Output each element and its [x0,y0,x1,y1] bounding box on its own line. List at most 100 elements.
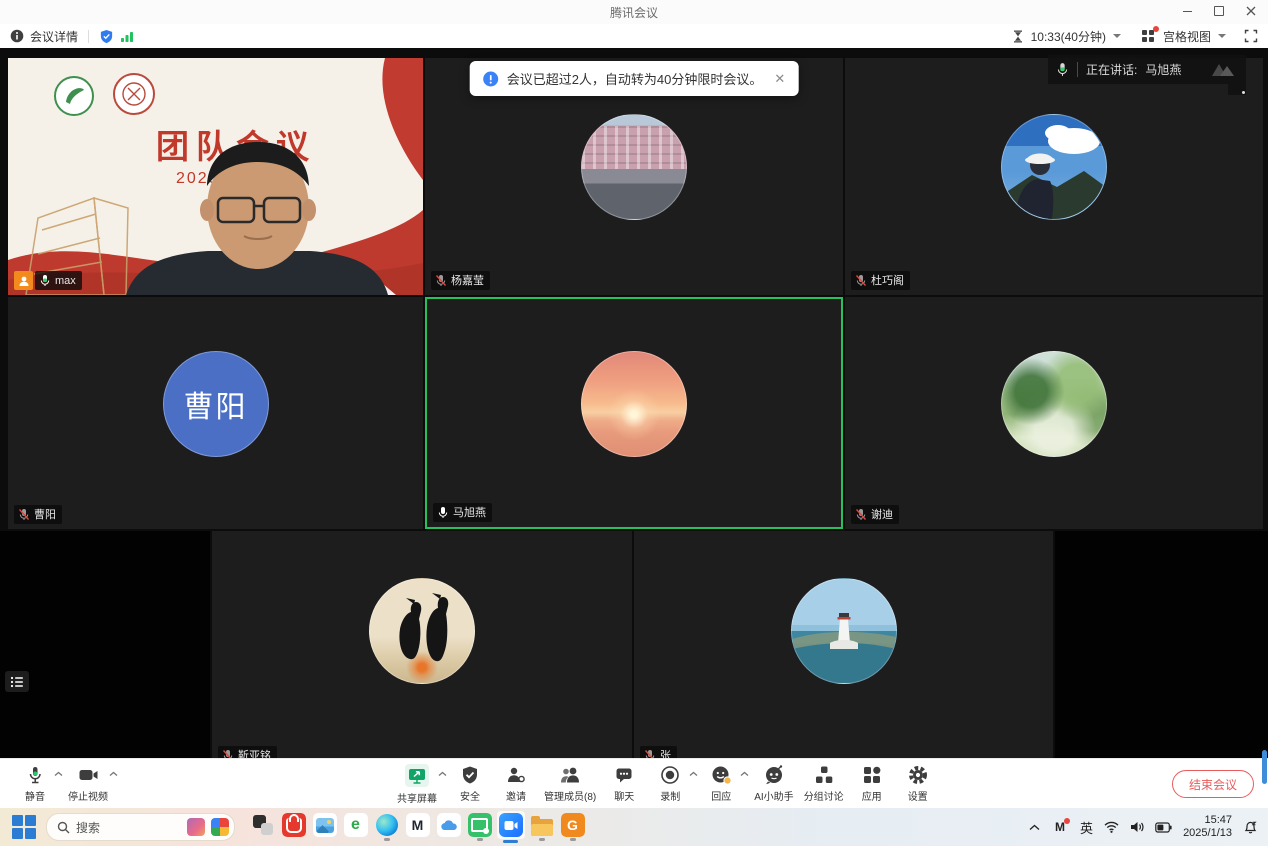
mic-active-icon [437,506,449,519]
participant-tile-xiedi[interactable]: 谢迪 [845,297,1263,529]
taskbar-app-photos[interactable] [309,813,340,841]
banner-close-button[interactable]: ✕ [774,71,785,87]
taskbar-app-cloud[interactable] [433,813,464,841]
photos-highlight-icon[interactable] [211,818,229,836]
participant-label: 靳亚铭 [218,746,277,758]
tray-m-badge[interactable]: M [1051,819,1069,835]
folder-icon [531,819,553,836]
notification-dot [1153,26,1159,32]
taskbar-app-appgallery[interactable] [278,813,309,841]
share-options-chevron[interactable] [438,771,447,777]
mic-muted-icon [222,749,234,758]
tray-expand-chevron[interactable] [1029,824,1040,831]
participant-tile-jinyaming[interactable]: 靳亚铭 [212,531,632,758]
invite-button[interactable]: 邀请 [498,764,534,803]
edge-icon [376,814,398,836]
gear-icon [908,765,928,785]
mic-muted-icon [855,274,867,287]
shared-video-frame: 团队会议 2025 [8,58,423,295]
record-options-chevron[interactable] [689,771,698,777]
taskbar-app-snip[interactable] [247,813,278,841]
stop-video-button[interactable]: 停止视频 [68,764,108,803]
taskbar-app-recorder[interactable] [464,813,495,841]
avatar [1001,351,1107,457]
view-dropdown-icon[interactable] [1218,34,1226,38]
notification-bell-icon[interactable] [1243,820,1258,834]
taskbar-app-browser-e[interactable]: e [340,813,371,841]
ai-assistant-button[interactable]: AI小助手 [754,764,793,803]
grid-view-icon[interactable] [1141,29,1156,43]
member-list-toggle[interactable] [5,671,29,692]
shield-check-icon [460,765,480,785]
chat-bubble-icon [614,765,634,785]
meeting-details-link[interactable]: 会议详情 [30,28,78,45]
record-button[interactable]: 录制 [652,764,688,803]
security-button[interactable]: 安全 [452,764,488,803]
network-signal-icon[interactable] [120,30,134,43]
members-icon [559,765,581,785]
participant-tile-duqiaoge[interactable]: 杜巧阁 [845,58,1263,295]
battery-icon[interactable] [1155,822,1172,833]
share-screen-button[interactable]: 共享屏幕 [397,764,437,805]
taskbar-app-mastergo[interactable]: M [402,813,433,841]
breakout-rooms-button[interactable]: 分组讨论 [804,764,844,803]
tray-clock[interactable]: 15:47 2025/1/13 [1183,814,1232,840]
end-meeting-button[interactable]: 结束会议 [1172,770,1254,798]
fullscreen-icon[interactable] [1244,29,1258,43]
reactions-options-chevron[interactable] [740,771,749,777]
chat-button[interactable]: 聊天 [606,764,642,803]
photos-icon [313,813,337,837]
tray-time: 15:47 [1183,814,1232,827]
overlay-handle[interactable] [1228,84,1246,95]
mic-active-icon [1056,62,1069,77]
active-speaker-overlay: 正在讲话: 马旭燕 [1048,55,1246,84]
title-bar: 腾讯会议 [0,0,1268,24]
start-button[interactable] [12,815,36,839]
avatar [581,114,687,220]
invite-person-icon [506,765,526,785]
speaking-name: 马旭燕 [1145,61,1181,78]
video-grid: 团队会议 2025 [0,48,1268,758]
cloud-icon [440,819,458,831]
recorder-icon [468,813,492,837]
timer-dropdown-icon[interactable] [1113,34,1121,38]
clipchamp-icon[interactable] [187,818,205,836]
speaker-icon[interactable] [1130,821,1144,833]
taskbar-app-edge[interactable] [371,813,402,841]
close-button[interactable] [1242,3,1260,19]
settings-button[interactable]: 设置 [900,764,936,803]
mute-button[interactable]: 静音 [17,764,53,803]
video-options-chevron[interactable] [109,771,118,777]
mute-options-chevron[interactable] [54,771,63,777]
mic-muted-icon [855,508,867,521]
window-title: 腾讯会议 [0,4,1268,21]
ime-indicator[interactable]: 英 [1080,818,1093,837]
info-circle-icon [483,71,499,87]
camera-icon [78,765,99,785]
avatar [369,578,475,684]
tencent-meeting-window: 腾讯会议 会议详情 [0,0,1268,846]
taskbar-search[interactable]: 搜索 [46,813,235,841]
info-icon [10,29,24,43]
hourglass-icon [1012,30,1024,43]
scrollbar[interactable] [1262,750,1267,784]
reactions-button[interactable]: 回应 [703,764,739,803]
taskbar-app-explorer[interactable] [526,813,557,841]
e-browser-icon: e [344,813,368,837]
meeting-timer[interactable]: 10:33(40分钟) [1031,28,1106,45]
meeting-camera-icon [504,820,518,831]
taskbar-app-g[interactable]: G [557,813,588,841]
maximize-button[interactable] [1210,3,1228,19]
participant-tile-max[interactable]: 团队会议 2025 [8,58,423,295]
participant-tile-zhang[interactable]: 张 [634,531,1053,758]
watermark-logo [1208,60,1238,80]
manage-members-button[interactable]: 管理成员(8) [544,764,596,803]
wifi-icon[interactable] [1104,821,1119,833]
minimize-button[interactable] [1178,3,1196,19]
apps-button[interactable]: 应用 [854,764,890,803]
view-mode-label[interactable]: 宫格视图 [1163,28,1211,45]
taskbar-app-meeting[interactable] [495,811,526,843]
security-shield-icon[interactable] [99,29,114,44]
participant-tile-maxuyan[interactable]: 马旭燕 [425,297,843,529]
participant-tile-caoyang[interactable]: 曹阳 曹阳 [8,297,423,529]
